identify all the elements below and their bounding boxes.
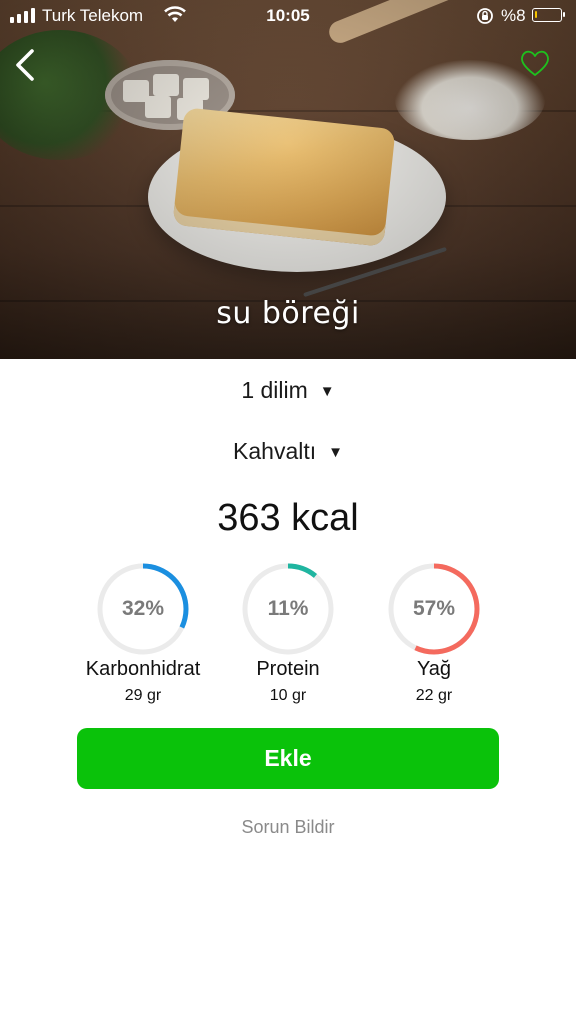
fork [303, 246, 447, 298]
favorite-button[interactable] [518, 46, 552, 80]
back-button[interactable] [10, 45, 44, 85]
battery-level [535, 11, 537, 18]
macro-ring: 32% [96, 562, 190, 656]
macro-name: Yağ [416, 658, 452, 680]
report-problem-link[interactable]: Sorun Bildir [0, 817, 576, 838]
macro-amount: 22 gr [415, 687, 453, 704]
chevron-left-icon [16, 49, 34, 81]
calories-total: 363 kcal [217, 497, 359, 539]
macro-ring: 57% [387, 562, 481, 656]
meal-selector[interactable]: Kahvaltı ▼ [0, 438, 576, 465]
status-bar: Turk Telekom 10:05 %8 [0, 0, 576, 34]
cheese-plate [105, 60, 235, 130]
portion-value: 1 dilim [241, 377, 308, 403]
macro-percentage: 32% [121, 597, 165, 620]
macro-fat: 57% Yağ 22 gr [339, 562, 529, 705]
dropdown-arrow-icon: ▼ [328, 444, 343, 461]
meal-value: Kahvaltı [233, 438, 317, 464]
battery-icon [532, 8, 565, 22]
wood-plank-line [0, 205, 576, 207]
macro-ring: 11% [241, 562, 335, 656]
heart-outline-icon [521, 50, 549, 76]
plate [148, 122, 446, 272]
dropdown-arrow-icon: ▼ [319, 383, 335, 400]
macro-percentage: 57% [412, 597, 456, 620]
food-title: su böreği [216, 296, 360, 331]
borek-slice [172, 107, 396, 247]
wood-plank-line [0, 110, 576, 112]
macro-percentage: 11% [267, 597, 309, 620]
orientation-lock-icon [477, 8, 493, 24]
portion-selector[interactable]: 1 dilim ▼ [0, 377, 576, 404]
add-button[interactable]: Ekle [77, 728, 499, 789]
battery-percentage: %8 [501, 6, 526, 25]
